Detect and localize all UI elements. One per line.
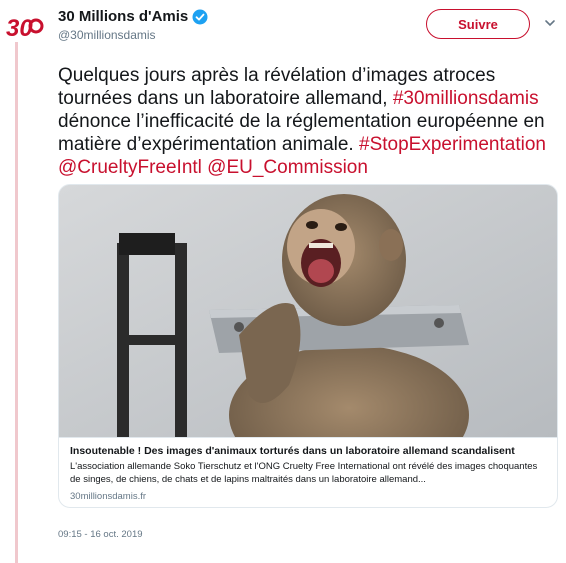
card-title[interactable]: Insoutenable ! Des images d'animaux tort…: [70, 445, 546, 458]
card-domain[interactable]: 30millionsdamis.fr: [70, 491, 546, 502]
verified-badge-icon: [192, 9, 208, 24]
hashtag-link[interactable]: #StopExperimentation: [359, 134, 546, 155]
hashtag-link[interactable]: #30millionsdamis: [393, 88, 539, 109]
tweet-text: Quelques jours après la révélation d’ima…: [58, 64, 558, 179]
mention-link[interactable]: @CrueltyFreeIntl: [58, 157, 202, 178]
brand-logo-icon: 30: [6, 15, 44, 42]
chevron-down-icon[interactable]: [543, 16, 557, 30]
follow-button[interactable]: Suivre: [426, 9, 530, 39]
account-name[interactable]: 30 Millions d'Amis: [58, 8, 208, 25]
tweet-timestamp[interactable]: 09:15 - 16 oct. 2019: [58, 529, 143, 540]
link-card[interactable]: Insoutenable ! Des images d'animaux tort…: [58, 184, 558, 508]
account-name-text[interactable]: 30 Millions d'Amis: [58, 8, 188, 25]
account-handle[interactable]: @30millionsdamis: [58, 28, 156, 42]
card-description: L'association allemande Soko Tierschutz …: [70, 461, 538, 485]
card-body[interactable]: Insoutenable ! Des images d'animaux tort…: [59, 437, 557, 507]
thread-rail: [15, 42, 18, 563]
monkey-photo-icon: [59, 185, 557, 485]
mention-link[interactable]: @EU_Commission: [207, 157, 368, 178]
card-image[interactable]: [59, 185, 557, 485]
avatar[interactable]: 30: [6, 12, 44, 42]
